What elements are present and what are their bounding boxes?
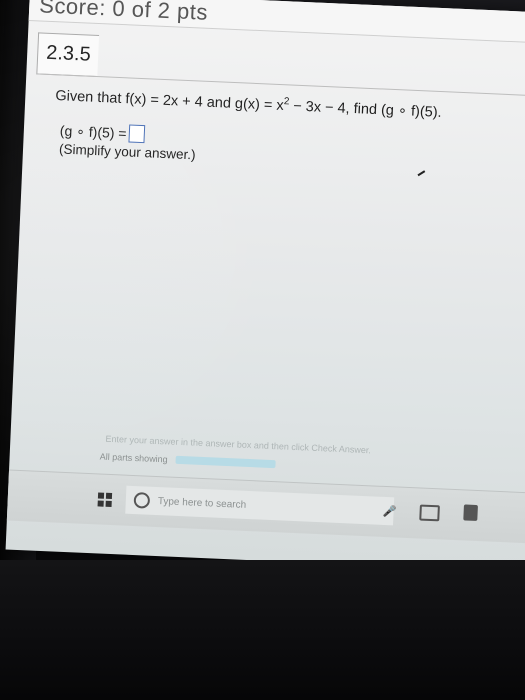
photo-scene: Score: 0 of 2 pts 2.3.5 Given that f(x) … bbox=[0, 0, 525, 700]
windows-taskbar: Type here to search 🎤 bbox=[6, 469, 525, 545]
answer-input[interactable] bbox=[128, 124, 145, 144]
answer-line: (g ∘ f)(5) = bbox=[59, 121, 145, 144]
question-part-1: Given that f(x) = 2x + 4 and g(x) = x bbox=[55, 88, 285, 114]
monitor-bezel-bottom bbox=[0, 560, 525, 700]
problem-number-box: 2.3.5 bbox=[36, 32, 100, 78]
problem-number: 2.3.5 bbox=[45, 41, 92, 66]
store-icon[interactable] bbox=[463, 504, 478, 522]
answer-prefix: (g ∘ f)(5) = bbox=[59, 121, 127, 141]
search-placeholder: Type here to search bbox=[157, 495, 247, 511]
progress-bar bbox=[175, 455, 276, 469]
parts-label: All parts showing bbox=[99, 451, 168, 465]
parts-row: All parts showing bbox=[100, 451, 276, 469]
task-view-icon[interactable] bbox=[419, 504, 440, 522]
instructions-text: Enter your answer in the answer box and … bbox=[105, 433, 372, 456]
pen-mark bbox=[417, 170, 426, 177]
cortana-circle-icon bbox=[133, 492, 151, 509]
score-bar: Score: 0 of 2 pts bbox=[28, 0, 525, 45]
score-text: Score: 0 of 2 pts bbox=[38, 0, 209, 25]
screen: Score: 0 of 2 pts 2.3.5 Given that f(x) … bbox=[5, 0, 525, 574]
question-part-2: − 3x − 4, find (g ∘ f)(5). bbox=[288, 98, 442, 121]
taskbar-search-box[interactable]: Type here to search bbox=[125, 485, 395, 526]
question-text: Given that f(x) = 2x + 4 and g(x) = x2 −… bbox=[55, 86, 442, 121]
windows-start-icon[interactable] bbox=[97, 492, 113, 508]
microphone-icon[interactable]: 🎤 bbox=[382, 505, 396, 519]
simplify-hint: (Simplify your answer.) bbox=[58, 141, 196, 163]
